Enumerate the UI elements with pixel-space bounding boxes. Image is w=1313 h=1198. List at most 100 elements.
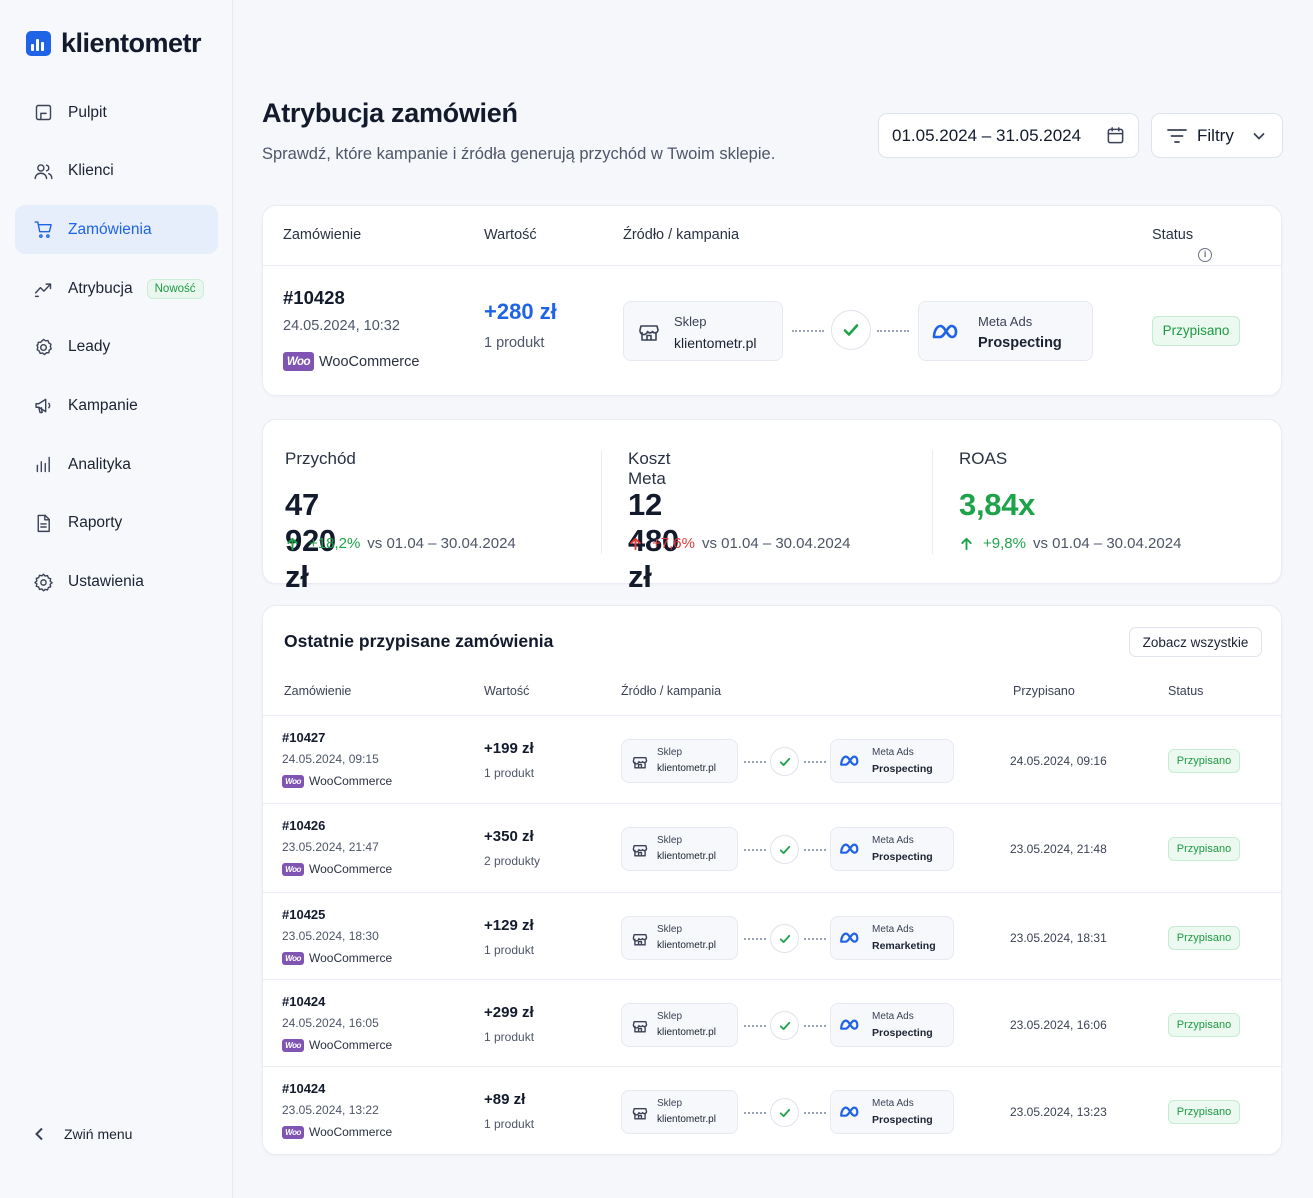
source-box: Sklep klientometr.pl: [623, 301, 783, 361]
sidebar: klientometr Pulpit Klienci Zamówienia At…: [0, 0, 233, 1198]
woocommerce-logo-icon: Woo: [282, 1038, 304, 1052]
recent-orders-card: Ostatnie przypisane zamówienia Zobacz ws…: [262, 605, 1282, 1155]
col-status: Status: [1168, 684, 1204, 698]
see-all-button[interactable]: Zobacz wszystkie: [1129, 627, 1262, 657]
sidebar-item-atrybucja[interactable]: Atrybucja Nowość: [15, 264, 218, 313]
col-value: Wartość: [484, 684, 530, 698]
platform: Woo WooCommerce: [282, 862, 392, 876]
table-row[interactable]: #10424 24.05.2024, 16:05 Woo WooCommerce +29…: [263, 979, 1281, 1066]
dashboard-icon: [32, 102, 54, 124]
order-date: 23.05.2024, 21:47: [282, 840, 379, 854]
logo-chart-icon: [26, 31, 51, 56]
connector-dots: [804, 1025, 826, 1027]
source-type: Sklep: [657, 747, 683, 758]
stat-change: +18,2% vs 01.04 – 30.04.2024: [285, 535, 516, 552]
table-row[interactable]: #10425 23.05.2024, 18:30 Woo WooCommerce +12…: [263, 892, 1281, 979]
meta-logo-icon: [839, 1104, 861, 1125]
order-qty: 1 produkt: [484, 1030, 535, 1044]
sidebar-item-zamowienia[interactable]: Zamówienia: [15, 205, 218, 255]
check-icon: [779, 1108, 790, 1117]
woocommerce-logo-icon: Woo: [283, 352, 314, 371]
table-row[interactable]: #10427 24.05.2024, 09:15 Woo WooCommerce +19…: [263, 715, 1281, 803]
source-type: Sklep: [657, 835, 683, 846]
platform-name: WooCommerce: [309, 951, 393, 965]
sidebar-item-analityka[interactable]: Analityka: [15, 440, 218, 489]
status-badge: Przypisano: [1168, 837, 1240, 861]
store-icon: [632, 842, 648, 863]
sidebar-item-klienci[interactable]: Klienci: [15, 147, 218, 196]
meta-logo-icon: [839, 753, 861, 774]
info-icon[interactable]: i: [1198, 248, 1213, 262]
store-icon: [632, 1105, 648, 1126]
recent-orders-title: Ostatnie przypisane zamówienia: [284, 631, 554, 651]
source-box: Sklep klientometr.pl: [621, 739, 738, 783]
order-qty: 1 produkt: [484, 943, 535, 957]
col-order: Zamówienie: [284, 684, 352, 698]
col-status: Status i: [1152, 227, 1213, 262]
platform: Woo WooCommerce: [282, 1038, 392, 1052]
campaign-box: Meta Ads Prospecting: [830, 1003, 954, 1047]
order-value: +129 zł: [484, 917, 534, 934]
sidebar-item-leady[interactable]: Leady: [15, 323, 218, 372]
source-box: Sklep klientometr.pl: [621, 827, 738, 871]
order-id[interactable]: #10424: [282, 1081, 325, 1096]
date-range-value: 01.05.2024 – 31.05.2024: [892, 125, 1082, 145]
sidebar-item-raporty[interactable]: Raporty: [15, 499, 218, 548]
arrow-up-icon: [630, 537, 641, 551]
source-type: Sklep: [657, 1011, 683, 1022]
check-icon: [843, 324, 859, 336]
meta-logo-icon: [839, 1017, 861, 1038]
table-row[interactable]: #10426 23.05.2024, 21:47 Woo WooCommerce +35…: [263, 803, 1281, 892]
collapse-menu-button[interactable]: Zwiń menu: [32, 1126, 132, 1142]
campaign-box: Meta Ads Prospecting: [830, 827, 954, 871]
divider: [601, 450, 602, 554]
connector-dots: [804, 761, 826, 763]
main-nav: Pulpit Klienci Zamówienia Atrybucja Nowo…: [15, 88, 218, 616]
campaign-name: Prospecting: [872, 1114, 933, 1126]
stat-compare: vs 01.04 – 30.04.2024: [1032, 535, 1182, 552]
featured-table-header: Zamówienie Wartość Źródło / kampania Sta…: [263, 206, 1281, 266]
source-name: klientometr.pl: [657, 1027, 716, 1038]
filter-icon: [1167, 128, 1187, 143]
app-logo[interactable]: klientometr: [26, 28, 202, 59]
store-icon: [632, 1018, 648, 1039]
connector-dots: [744, 849, 766, 851]
campaign-name: Prospecting: [872, 851, 933, 863]
connector-dots: [877, 330, 909, 332]
page-subtitle: Sprawdź, które kampanie i źródła generuj…: [262, 145, 776, 163]
arrow-up-icon: [287, 537, 298, 551]
order-id[interactable]: #10425: [282, 907, 325, 922]
source-type: Sklep: [674, 314, 707, 329]
order-date: 23.05.2024, 18:30: [282, 929, 379, 943]
stat-compare: vs 01.04 – 30.04.2024: [701, 535, 851, 552]
meta-logo-icon: [839, 930, 861, 951]
connector-dots: [744, 1025, 766, 1027]
campaign-platform: Meta Ads: [978, 314, 1033, 329]
stat-value: 3,84x: [959, 487, 1036, 522]
date-range-picker[interactable]: 01.05.2024 – 31.05.2024: [878, 113, 1139, 158]
sidebar-item-label: Pulpit: [68, 103, 107, 121]
filters-button[interactable]: Filtry: [1151, 113, 1283, 158]
store-icon: [638, 321, 660, 348]
order-id[interactable]: #10426: [282, 818, 325, 833]
sidebar-item-pulpit[interactable]: Pulpit: [15, 88, 218, 137]
table-row[interactable]: #10424 23.05.2024, 13:22 Woo WooCommerce +89…: [263, 1066, 1281, 1152]
order-id[interactable]: #10427: [282, 730, 325, 745]
chevron-down-icon: [1253, 132, 1265, 140]
sidebar-item-label: Kampanie: [68, 396, 138, 414]
order-id[interactable]: #10424: [282, 994, 325, 1009]
collapse-menu-label: Zwiń menu: [64, 1126, 133, 1142]
order-date: 24.05.2024, 16:05: [282, 1016, 379, 1030]
sidebar-item-label: Zamówienia: [68, 220, 152, 238]
sidebar-item-ustawienia[interactable]: Ustawienia: [15, 558, 218, 607]
match-check: [831, 310, 871, 350]
sidebar-item-label: Leady: [68, 338, 111, 356]
status-badge: Przypisano: [1152, 316, 1240, 346]
order-id[interactable]: #10428: [283, 287, 345, 309]
sidebar-item-kampanie[interactable]: Kampanie: [15, 381, 218, 430]
featured-order-card: Zamówienie Wartość Źródło / kampania Sta…: [262, 205, 1282, 396]
new-badge: Nowość: [146, 278, 204, 299]
match-check: [770, 1011, 799, 1040]
col-status-label: Status: [1152, 227, 1194, 243]
match-check: [770, 924, 799, 953]
